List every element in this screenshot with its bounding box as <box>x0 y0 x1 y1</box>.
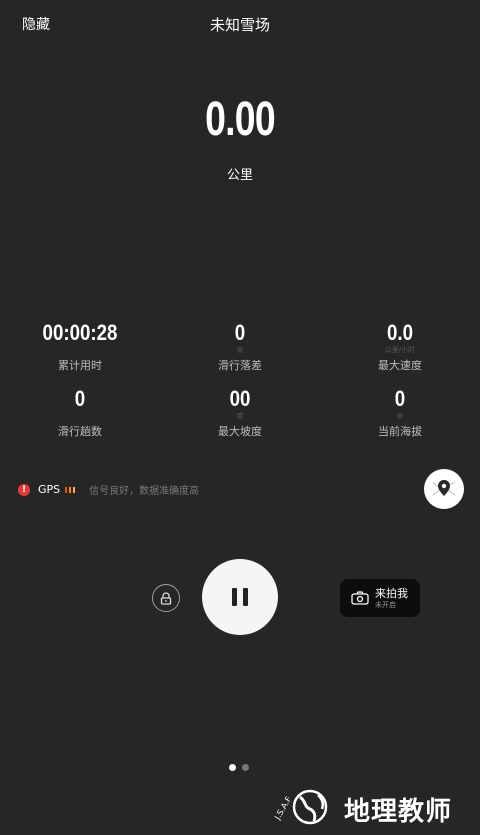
stat-unit: 度 <box>236 412 244 420</box>
photo-me-button[interactable]: 来拍我 未开启 <box>340 579 420 617</box>
stat-value: 00:00:28 <box>42 320 118 345</box>
signal-bars-icon <box>65 486 76 493</box>
watermark-text: 地理教师 <box>344 796 453 827</box>
stat-unit: 公里/小时 <box>384 346 416 354</box>
svg-text:J.S.A.F: J.S.A.F <box>274 795 293 822</box>
stat-unit: 米 <box>396 412 404 420</box>
gps-message: 信号良好，数据准确度高 <box>89 486 200 497</box>
photo-title: 来拍我 <box>375 586 408 600</box>
stat-value: 0 <box>74 386 86 411</box>
stat-value: 0 <box>234 320 246 345</box>
lock-icon <box>160 591 172 605</box>
gps-label: GPS <box>38 483 61 496</box>
gps-status: ! GPS 信号良好，数据准确度高 <box>18 482 199 497</box>
warning-icon: ! <box>18 483 30 496</box>
stat-value: 0 <box>394 386 406 411</box>
page-indicator <box>229 764 249 771</box>
distance-unit: 公里 <box>226 168 253 183</box>
stat-unit <box>0 412 160 421</box>
stat-label: 最大速度 <box>378 359 422 372</box>
stat-altitude: 0 米 当前海拔 <box>320 386 480 439</box>
stat-max-slope: 00 度 最大坡度 <box>160 386 320 439</box>
stat-runs: 0 滑行趟数 <box>0 386 160 439</box>
camera-icon <box>351 591 369 605</box>
stat-value: 0.0 <box>386 320 414 345</box>
stat-label: 滑行趟数 <box>58 425 102 438</box>
photo-subtitle: 未开启 <box>375 600 396 609</box>
page-dot[interactable] <box>242 764 249 771</box>
stat-label: 当前海拔 <box>378 425 422 438</box>
distance-value: 0.00 <box>205 93 276 146</box>
stat-label: 滑行落差 <box>218 359 262 372</box>
stat-unit <box>0 346 160 355</box>
stat-value: 00 <box>229 386 251 411</box>
stat-max-speed: 0.0 公里/小时 最大速度 <box>320 320 480 373</box>
stat-total-time: 00:00:28 累计用时 <box>0 320 160 373</box>
stat-label: 最大坡度 <box>218 425 262 438</box>
stat-label: 累计用时 <box>58 359 102 372</box>
map-button[interactable] <box>424 469 464 509</box>
pause-button[interactable] <box>202 559 278 635</box>
stat-unit: 米 <box>236 346 244 354</box>
pause-icon <box>243 588 248 606</box>
stat-drop: 0 米 滑行落差 <box>160 320 320 373</box>
page-dot[interactable] <box>229 764 236 771</box>
page-title: 未知雪场 <box>209 16 270 34</box>
map-pin-icon <box>432 480 456 496</box>
pause-icon <box>232 588 237 606</box>
watermark: J.S.A.F 地理教师 <box>274 785 452 833</box>
lock-button[interactable] <box>152 584 180 612</box>
globe-logo-icon: J.S.A.F <box>274 789 328 825</box>
